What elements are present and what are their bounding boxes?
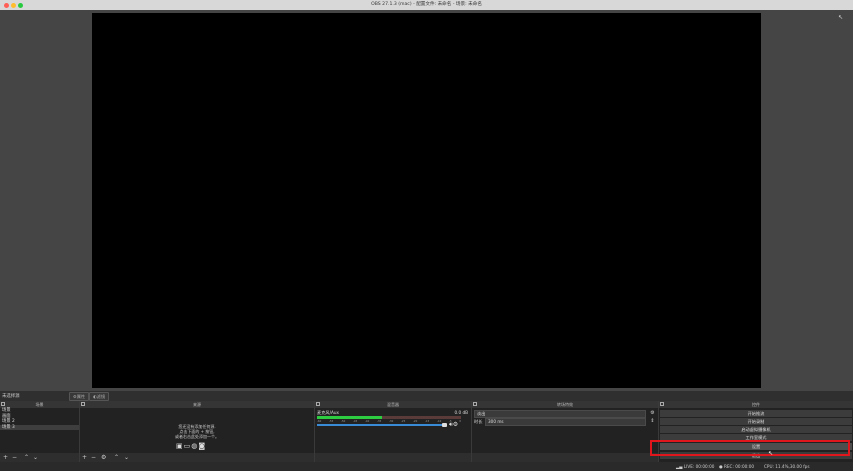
- title-bar: OBS 27.1.3 (mac) - 配置文件: 未命名 - 场景: 未命名: [0, 0, 853, 10]
- no-source-label: 未选择源: [2, 394, 20, 399]
- meter-tick-label: 0: [459, 420, 461, 423]
- start-virtual-camera-button[interactable]: 启动虚拟摄像机: [660, 426, 852, 433]
- transitions-dock-header: 转场特效: [472, 401, 658, 408]
- signal-icon: ▂▄: [676, 464, 684, 469]
- add-icon[interactable]: +: [82, 454, 87, 461]
- audio-level-fill: [317, 416, 382, 419]
- start-recording-button[interactable]: 开始录制: [660, 418, 852, 425]
- undock-icon[interactable]: [473, 402, 477, 406]
- camera-icon: ◙: [198, 442, 207, 450]
- gear-icon[interactable]: ⚙: [101, 454, 106, 461]
- undock-icon[interactable]: [316, 402, 320, 406]
- gear-icon[interactable]: ⚙: [649, 410, 656, 417]
- mixer-body: 麦克风/Aux 0.0 dB -60 -55 -50 -45 -40 -35 -30 -25-…: [315, 408, 471, 453]
- transition-select-row: 淡出 ⚙: [474, 410, 656, 418]
- duration-label: 时长: [474, 419, 483, 424]
- remove-icon[interactable]: −: [91, 454, 96, 461]
- transitions-body: 淡出 ⚙ 时长 300 ms ⇕: [472, 408, 658, 453]
- source-type-icons: ▣▭◍◙: [176, 442, 206, 450]
- mixer-footer: [315, 453, 471, 462]
- image-icon: ▣: [176, 442, 184, 450]
- volume-slider-handle[interactable]: [442, 423, 447, 427]
- move-up-icon[interactable]: ⌃: [114, 454, 119, 461]
- sources-dock: 来源 您还没有添加任何源. 点击下面的 + 按钮, 或者右击此处添加一个。 ▣▭…: [80, 401, 314, 462]
- mixer-db-value: 0.0 dB: [454, 410, 468, 415]
- move-down-icon[interactable]: ⌄: [124, 454, 129, 461]
- mixer-controls: 🔊︎⚙: [449, 421, 458, 429]
- add-icon[interactable]: +: [3, 454, 8, 461]
- transitions-footer: [472, 453, 658, 462]
- scenes-toolbar: + − ⌃ ⌄: [0, 453, 79, 462]
- audio-mixer-dock: 混音器 麦克风/Aux 0.0 dB -60 -55 -50 -45 -40 -35 -30…: [315, 401, 471, 462]
- scene-transitions-dock: 转场特效 淡出 ⚙ 时长 300 ms ⇕: [472, 401, 658, 462]
- scenes-dock-header: 场景: [0, 401, 79, 408]
- cpu-status: CPU: 11.4%,30.00 fps: [764, 464, 810, 469]
- cursor-icon: ↖: [768, 450, 774, 457]
- stepper-icon[interactable]: ⇕: [649, 418, 656, 425]
- window-title: OBS 27.1.3 (mac) - 配置文件: 未命名 - 场景: 未命名: [371, 2, 482, 7]
- status-bar: ▂▄ LIVE: 00:00:00 ● REC: 00:00:00 CPU: 1…: [0, 462, 853, 471]
- controls-dock-header: 控件: [659, 401, 853, 408]
- undock-icon[interactable]: [1, 402, 5, 406]
- cursor-icon: ↖: [838, 14, 844, 21]
- rec-status: ● REC: 00:00:00: [719, 464, 755, 469]
- properties-button[interactable]: ⚙属性: [69, 392, 90, 401]
- scenes-dock: 场景 场景 画面 场景 2 场景 3 + − ⌃ ⌄: [0, 401, 79, 462]
- undock-icon[interactable]: [660, 402, 664, 406]
- move-up-icon[interactable]: ⌃: [24, 454, 29, 461]
- transition-select[interactable]: 淡出: [474, 410, 646, 418]
- duration-spinbox[interactable]: 300 ms: [485, 418, 646, 426]
- scene-item-selected[interactable]: 场景 3: [0, 424, 79, 430]
- highlight-box: [650, 440, 850, 456]
- sources-empty-message: 您还没有添加任何源. 点击下面的 + 按钮, 或者右击此处添加一个。: [175, 424, 219, 439]
- sources-dock-header: 来源: [80, 401, 314, 408]
- transition-duration-row: 时长 300 ms ⇕: [474, 418, 656, 426]
- filters-button[interactable]: ◐滤镜: [89, 392, 110, 401]
- start-streaming-button[interactable]: 开始推流: [660, 410, 852, 417]
- live-status: ▂▄ LIVE: 00:00:00: [676, 464, 715, 469]
- volume-slider[interactable]: [317, 423, 447, 427]
- gear-icon[interactable]: ⚙: [453, 421, 458, 428]
- preview-canvas[interactable]: [92, 13, 761, 388]
- source-context-bar: 未选择源 ⚙属性 ◐滤镜: [0, 391, 853, 401]
- audio-level-meter: [317, 416, 461, 419]
- undock-icon[interactable]: [81, 402, 85, 406]
- sources-list[interactable]: 您还没有添加任何源. 点击下面的 + 按钮, 或者右击此处添加一个。 ▣▭◍◙: [80, 408, 314, 453]
- mixer-dock-header: 混音器: [315, 401, 471, 408]
- scenes-list[interactable]: 场景 画面 场景 2 场景 3: [0, 408, 79, 453]
- move-down-icon[interactable]: ⌄: [33, 454, 38, 461]
- sources-toolbar: + − ⚙ ⌃ ⌄: [80, 453, 314, 462]
- remove-icon[interactable]: −: [12, 454, 17, 461]
